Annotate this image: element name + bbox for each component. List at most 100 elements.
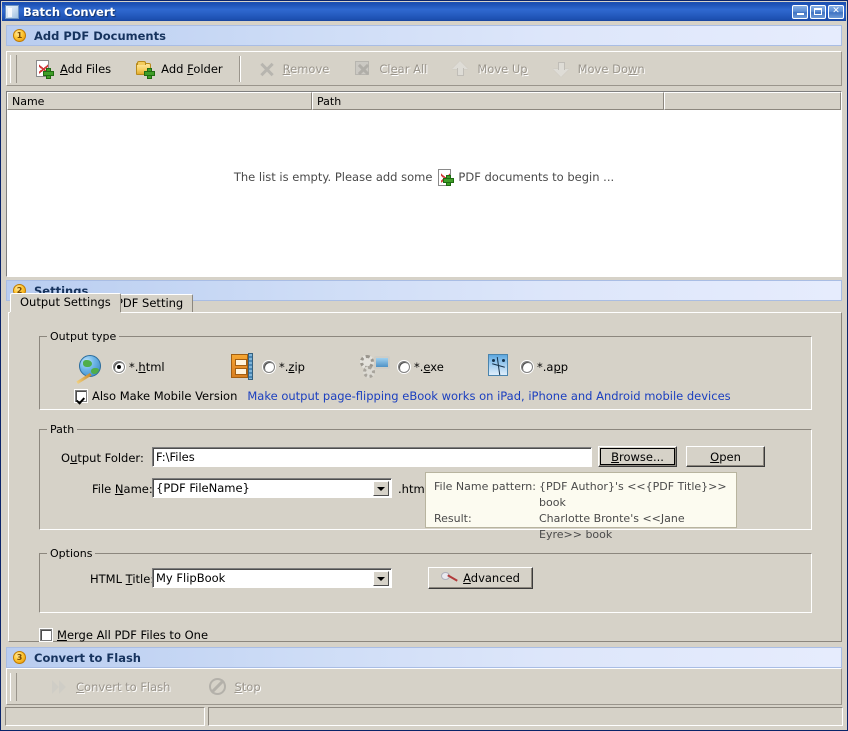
- settings-tabstrip: Output Settings PDF Setting: [10, 293, 842, 312]
- empty-message-prefix: The list is empty. Please add some: [233, 170, 433, 184]
- folder-add-icon: [135, 59, 156, 79]
- empty-message-suffix: PDF documents to begin ...: [458, 170, 615, 184]
- options-legend: Options: [47, 547, 96, 560]
- mobile-version-note: Make output page-flipping eBook works on…: [247, 389, 731, 403]
- step3-header: 3 Convert to Flash: [6, 647, 842, 668]
- output-type-html[interactable]: *.html: [75, 353, 165, 385]
- minimize-button[interactable]: [792, 4, 808, 19]
- status-pane-left: [5, 707, 205, 726]
- clear-all-icon: [353, 59, 373, 79]
- result-value: Charlotte Bronte's <<Jane Eyre>> book: [539, 512, 685, 541]
- radio-app[interactable]: *.app: [521, 360, 568, 374]
- radio-exe[interactable]: *.exe: [398, 360, 444, 374]
- close-button[interactable]: ✕: [828, 4, 844, 19]
- output-type-group: Output type *.html *.zip *.exe *.app Als…: [39, 330, 812, 410]
- radio-html[interactable]: *.html: [113, 360, 165, 374]
- convert-to-flash-button[interactable]: Convert to Flash: [22, 671, 182, 703]
- empty-list-message: The list is empty. Please add some PDF d…: [7, 168, 841, 186]
- tab-pdf-setting-label: PDF Setting: [116, 296, 184, 310]
- remove-button[interactable]: Remove: [245, 53, 342, 85]
- zip-icon: [225, 353, 255, 381]
- output-settings-panel: Output type *.html *.zip *.exe *.app Als…: [8, 312, 842, 642]
- maximize-button[interactable]: [810, 4, 826, 19]
- path-legend: Path: [47, 423, 78, 436]
- open-button-label: Open: [710, 449, 741, 464]
- column-header-name[interactable]: Name: [7, 92, 312, 110]
- stop-button[interactable]: Stop: [196, 671, 272, 703]
- list-body[interactable]: The list is empty. Please add some PDF d…: [7, 110, 841, 276]
- convert-to-flash-label: Convert to Flash: [76, 679, 171, 694]
- move-up-label: Move Up: [477, 61, 528, 76]
- file-name-value: {PDF FileName}: [156, 481, 250, 495]
- mobile-version-label: Also Make Mobile Version: [92, 389, 238, 403]
- stop-icon: [208, 677, 228, 697]
- output-folder-input[interactable]: F:\Files: [152, 447, 592, 467]
- html-title-label: HTML Title:: [90, 572, 155, 586]
- output-folder-label: Output Folder:: [61, 451, 144, 465]
- html-title-value: My FlipBook: [156, 571, 226, 585]
- advanced-button[interactable]: Advanced: [428, 567, 533, 589]
- title-bar: Batch Convert ✕: [2, 2, 846, 21]
- file-name-label: File Name:: [92, 482, 153, 496]
- move-down-label: Move Down: [577, 61, 645, 76]
- clear-all-button[interactable]: Clear All: [341, 53, 439, 85]
- stop-label: Stop: [234, 679, 261, 694]
- pdf-file-list[interactable]: Name Path The list is empty. Please add …: [6, 91, 842, 277]
- client-area: 1 Add PDF Documents Add Files Add Folder…: [2, 21, 846, 729]
- toolbar-grip[interactable]: [10, 672, 17, 701]
- wand-icon: [441, 571, 458, 585]
- convert-toolbar: Convert to Flash Stop: [6, 668, 842, 705]
- chevron-down-icon[interactable]: [373, 481, 389, 496]
- merge-all-checkbox[interactable]: Merge All PDF Files to One: [40, 628, 208, 642]
- file-name-combo[interactable]: {PDF FileName}: [152, 478, 392, 498]
- html-title-combo[interactable]: My FlipBook: [152, 568, 392, 588]
- advanced-button-label: Advanced: [463, 571, 520, 585]
- clear-all-label: Clear All: [379, 61, 428, 76]
- radio-zip[interactable]: *.zip: [263, 360, 305, 374]
- tab-output-settings[interactable]: Output Settings: [10, 293, 121, 312]
- batch-convert-window: Batch Convert ✕ 1 Add PDF Documents Add …: [0, 0, 848, 731]
- step1-label: Add PDF Documents: [34, 28, 166, 43]
- output-type-exe[interactable]: *.exe: [360, 353, 444, 381]
- output-type-app[interactable]: *.app: [483, 353, 568, 381]
- browse-button-label: Browse...: [611, 449, 664, 464]
- open-button[interactable]: Open: [686, 446, 765, 467]
- options-group: Options HTML Title: My FlipBook Advanced: [39, 547, 812, 613]
- output-type-legend: Output type: [47, 330, 120, 343]
- step1-number: 1: [13, 29, 26, 42]
- path-group: Path Output Folder: F:\Files Browse... O…: [39, 423, 812, 541]
- move-down-button[interactable]: Move Down: [540, 53, 657, 85]
- pattern-value: {PDF Author}'s <<{PDF Title}>> book: [539, 480, 727, 509]
- arrow-up-icon: [451, 59, 471, 79]
- column-header-extra[interactable]: [664, 92, 841, 110]
- add-documents-toolbar: Add Files Add Folder Remove Clear All Mo…: [6, 51, 842, 86]
- exe-icon: [360, 353, 390, 381]
- add-folder-button[interactable]: Add Folder: [123, 53, 234, 85]
- file-name-extension: .html: [398, 482, 428, 496]
- step3-number: 3: [13, 651, 26, 664]
- radio-zip-label: *.zip: [279, 360, 305, 374]
- output-type-zip[interactable]: *.zip: [225, 353, 305, 381]
- browse-button[interactable]: Browse...: [598, 446, 677, 467]
- mobile-version-checkbox[interactable]: Also Make Mobile Version: [75, 389, 237, 403]
- move-up-button[interactable]: Move Up: [439, 53, 539, 85]
- pdf-add-icon: [34, 59, 54, 79]
- tab-output-settings-label: Output Settings: [20, 295, 111, 309]
- window-icon: [5, 4, 19, 19]
- list-header: Name Path: [7, 92, 841, 110]
- add-files-button[interactable]: Add Files: [22, 53, 123, 85]
- globe-icon: [75, 353, 105, 385]
- mobile-version-row: Also Make Mobile Version Make output pag…: [75, 389, 731, 403]
- chevron-down-icon[interactable]: [373, 571, 389, 586]
- step3-label: Convert to Flash: [34, 650, 141, 665]
- pattern-label: File Name pattern:: [434, 480, 536, 493]
- remove-label: Remove: [282, 61, 330, 76]
- pdf-add-icon: [436, 168, 455, 186]
- column-header-path[interactable]: Path: [312, 92, 664, 110]
- toolbar-grip[interactable]: [10, 54, 17, 83]
- mac-app-icon: [483, 353, 513, 381]
- radio-exe-label: *.exe: [414, 360, 444, 374]
- play-icon: [50, 677, 70, 697]
- step1-header: 1 Add PDF Documents: [6, 25, 842, 46]
- status-bar: [5, 707, 843, 726]
